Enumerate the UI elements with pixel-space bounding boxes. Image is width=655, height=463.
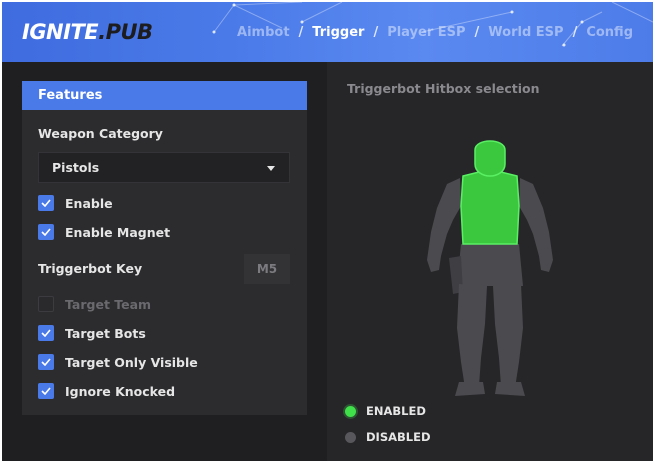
logo-text-suffix: .PUB [98, 20, 153, 44]
enable-magnet-label: Enable Magnet [65, 224, 171, 240]
tab-separator: / [474, 25, 480, 40]
target-team-label: Target Team [65, 296, 152, 312]
right-leg-hitbox[interactable] [493, 284, 523, 388]
enable-row[interactable]: Enable [38, 194, 113, 212]
target-only-visible-row[interactable]: Target Only Visible [38, 353, 198, 371]
target-only-visible-label: Target Only Visible [65, 354, 198, 370]
right-panel: Triggerbot Hitbox selection ENABLED DISA… [327, 62, 653, 461]
hitbox-figure [427, 140, 553, 396]
tab-separator: / [298, 25, 304, 40]
disabled-indicator-dot [345, 431, 356, 443]
tab-aimbot[interactable]: Aimbot [237, 25, 290, 40]
enable-magnet-row[interactable]: Enable Magnet [38, 223, 170, 241]
enable-magnet-checkbox[interactable] [38, 224, 54, 240]
check-icon [41, 329, 51, 337]
target-team-row[interactable]: Target Team [38, 295, 151, 313]
app-logo: IGNITE.PUB [22, 20, 153, 44]
tab-world-esp[interactable]: World ESP [488, 25, 563, 40]
header-bar: IGNITE.PUB Aimbot / Trigger / Player ESP… [2, 2, 653, 62]
pelvis-hitbox[interactable] [457, 244, 523, 286]
head-hitbox[interactable] [474, 140, 506, 177]
target-bots-row[interactable]: Target Bots [38, 324, 146, 342]
tab-trigger[interactable]: Trigger [312, 25, 364, 40]
chevron-down-icon [267, 166, 275, 171]
enabled-indicator-dot [345, 405, 356, 417]
chest-hitbox[interactable] [460, 171, 520, 245]
features-card: Features Weapon Category Pistols Enable … [22, 81, 307, 415]
enable-checkbox[interactable] [38, 195, 54, 211]
triggerbot-key-button[interactable]: M5 [244, 254, 290, 284]
right-foot-hitbox[interactable] [495, 382, 525, 396]
hitbox-title: Triggerbot Hitbox selection [347, 81, 540, 96]
ignore-knocked-label: Ignore Knocked [65, 383, 176, 399]
legend-disabled-label: DISABLED [366, 430, 431, 444]
target-bots-label: Target Bots [65, 325, 146, 341]
weapon-category-label: Weapon Category [38, 126, 163, 141]
check-icon [41, 199, 51, 207]
left-leg-hitbox[interactable] [457, 284, 487, 388]
tab-separator: / [373, 25, 379, 40]
right-arm-hitbox[interactable] [519, 178, 553, 272]
ignore-knocked-row[interactable]: Ignore Knocked [38, 382, 175, 400]
features-header: Features [22, 81, 307, 110]
weapon-category-value: Pistols [52, 160, 100, 175]
legend-enabled-label: ENABLED [366, 404, 426, 418]
app-window: IGNITE.PUB Aimbot / Trigger / Player ESP… [0, 0, 655, 463]
legend-enabled: ENABLED [345, 404, 426, 418]
nav-tabs: Aimbot / Trigger / Player ESP / World ES… [237, 25, 633, 40]
ignore-knocked-checkbox[interactable] [38, 383, 54, 399]
logo-text-main: IGNITE [22, 20, 99, 44]
left-panel: Features Weapon Category Pistols Enable … [2, 62, 327, 461]
left-foot-hitbox[interactable] [455, 382, 485, 396]
triggerbot-key-label: Triggerbot Key [38, 261, 143, 276]
tab-player-esp[interactable]: Player ESP [387, 25, 465, 40]
tab-config[interactable]: Config [586, 25, 633, 40]
check-icon [41, 228, 51, 236]
target-team-checkbox[interactable] [38, 296, 54, 312]
target-bots-checkbox[interactable] [38, 325, 54, 341]
check-icon [41, 358, 51, 366]
selected-hitboxes [460, 140, 520, 245]
check-icon [41, 387, 51, 395]
tab-separator: / [572, 25, 578, 40]
target-only-visible-checkbox[interactable] [38, 354, 54, 370]
legend-disabled: DISABLED [345, 430, 431, 444]
weapon-category-dropdown[interactable]: Pistols [38, 152, 290, 183]
enable-label: Enable [65, 195, 113, 211]
